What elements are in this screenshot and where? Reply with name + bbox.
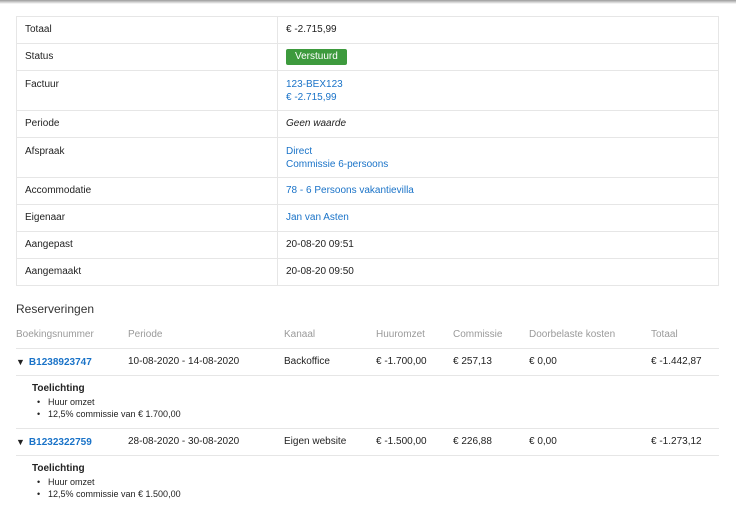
list-item: Huur omzet <box>37 396 181 408</box>
label-eigenaar: Eigenaar <box>16 204 278 232</box>
cell-kosten: € 0,00 <box>529 436 557 447</box>
list-item: 12,5% commissie van € 1.700,00 <box>37 408 181 420</box>
label-periode: Periode <box>16 110 278 138</box>
details-table: Totaal € -2.715,99 Status Verstuurd Fact… <box>16 16 719 286</box>
row-aangemaakt: Aangemaakt 20-08-20 09:50 <box>16 258 719 286</box>
cell-periode: 10-08-2020 - 14-08-2020 <box>128 356 240 367</box>
toelichting-panel: Toelichting Huur omzet 12,5% commissie v… <box>16 456 719 508</box>
list-item: Huur omzet <box>37 476 181 488</box>
label-aangemaakt: Aangemaakt <box>16 258 278 286</box>
column-header: Doorbelaste kosten <box>529 329 616 340</box>
column-header: Totaal <box>651 329 678 340</box>
eigenaar-link[interactable]: Jan van Asten <box>286 212 349 223</box>
toelichting-panel: Toelichting Huur omzet 12,5% commissie v… <box>16 376 719 429</box>
column-header: Commissie <box>453 329 503 340</box>
booking-link[interactable]: B1238923747 <box>29 357 92 368</box>
toelichting-title: Toelichting <box>32 463 85 474</box>
row-status: Status Verstuurd <box>16 43 719 71</box>
factuur-amount-link[interactable]: € -2.715,99 <box>286 92 337 103</box>
row-factuur: Factuur 123-BEX123 € -2.715,99 <box>16 70 719 111</box>
label-accommodatie: Accommodatie <box>16 177 278 205</box>
value-aangepast: 20-08-20 09:51 <box>277 231 719 259</box>
row-afspraak: Afspraak Direct Commissie 6-persoons <box>16 137 719 178</box>
cell-huuromzet: € -1.500,00 <box>376 436 427 447</box>
row-totaal: Totaal € -2.715,99 <box>16 16 719 44</box>
value-aangemaakt: 20-08-20 09:50 <box>277 258 719 286</box>
reserveringen-table: Boekingsnummer Periode Kanaal Huuromzet … <box>16 322 719 508</box>
label-aangepast: Aangepast <box>16 231 278 259</box>
cell-periode: 28-08-2020 - 30-08-2020 <box>128 436 240 447</box>
cell-commissie: € 226,88 <box>453 436 492 447</box>
column-header: Huuromzet <box>376 329 425 340</box>
status-badge: Verstuurd <box>286 49 347 65</box>
label-afspraak: Afspraak <box>16 137 278 178</box>
toelichting-list: Huur omzet 12,5% commissie van € 1.500,0… <box>32 476 181 500</box>
row-accommodatie: Accommodatie 78 - 6 Persoons vakantievil… <box>16 177 719 205</box>
row-eigenaar: Eigenaar Jan van Asten <box>16 204 719 232</box>
accommodatie-link[interactable]: 78 - 6 Persoons vakantievilla <box>286 185 414 196</box>
afspraak-direct-link[interactable]: Direct <box>286 146 312 157</box>
section-title-reserveringen: Reserveringen <box>16 302 95 316</box>
table-row: ▼ B1238923747 10-08-2020 - 14-08-2020 Bac… <box>16 349 719 376</box>
triangle-down-icon[interactable]: ▼ <box>16 357 25 367</box>
cell-huuromzet: € -1.700,00 <box>376 356 427 367</box>
table-header: Boekingsnummer Periode Kanaal Huuromzet … <box>16 322 719 349</box>
cell-kanaal: Eigen website <box>284 436 347 447</box>
label-status: Status <box>16 43 278 71</box>
row-periode: Periode Geen waarde <box>16 110 719 138</box>
label-factuur: Factuur <box>16 70 278 111</box>
table-row: ▼ B1232322759 28-08-2020 - 30-08-2020 Eig… <box>16 429 719 456</box>
booking-link[interactable]: B1232322759 <box>29 437 92 448</box>
value-periode: Geen waarde <box>277 110 719 138</box>
toelichting-title: Toelichting <box>32 383 85 394</box>
cell-totaal: € -1.273,12 <box>651 436 702 447</box>
toelichting-list: Huur omzet 12,5% commissie van € 1.700,0… <box>32 396 181 420</box>
afspraak-commissie-link[interactable]: Commissie 6-persoons <box>286 159 388 170</box>
list-item: 12,5% commissie van € 1.500,00 <box>37 488 181 500</box>
value-totaal: € -2.715,99 <box>277 16 719 44</box>
factuur-number-link[interactable]: 123-BEX123 <box>286 79 343 90</box>
label-totaal: Totaal <box>16 16 278 44</box>
column-header: Periode <box>128 329 163 340</box>
cell-kosten: € 0,00 <box>529 356 557 367</box>
triangle-down-icon[interactable]: ▼ <box>16 437 25 447</box>
row-aangepast: Aangepast 20-08-20 09:51 <box>16 231 719 259</box>
cell-totaal: € -1.442,87 <box>651 356 702 367</box>
column-header: Kanaal <box>284 329 316 340</box>
cell-commissie: € 257,13 <box>453 356 492 367</box>
column-header: Boekingsnummer <box>16 329 94 340</box>
cell-kanaal: Backoffice <box>284 356 330 367</box>
top-shadow <box>0 0 736 4</box>
